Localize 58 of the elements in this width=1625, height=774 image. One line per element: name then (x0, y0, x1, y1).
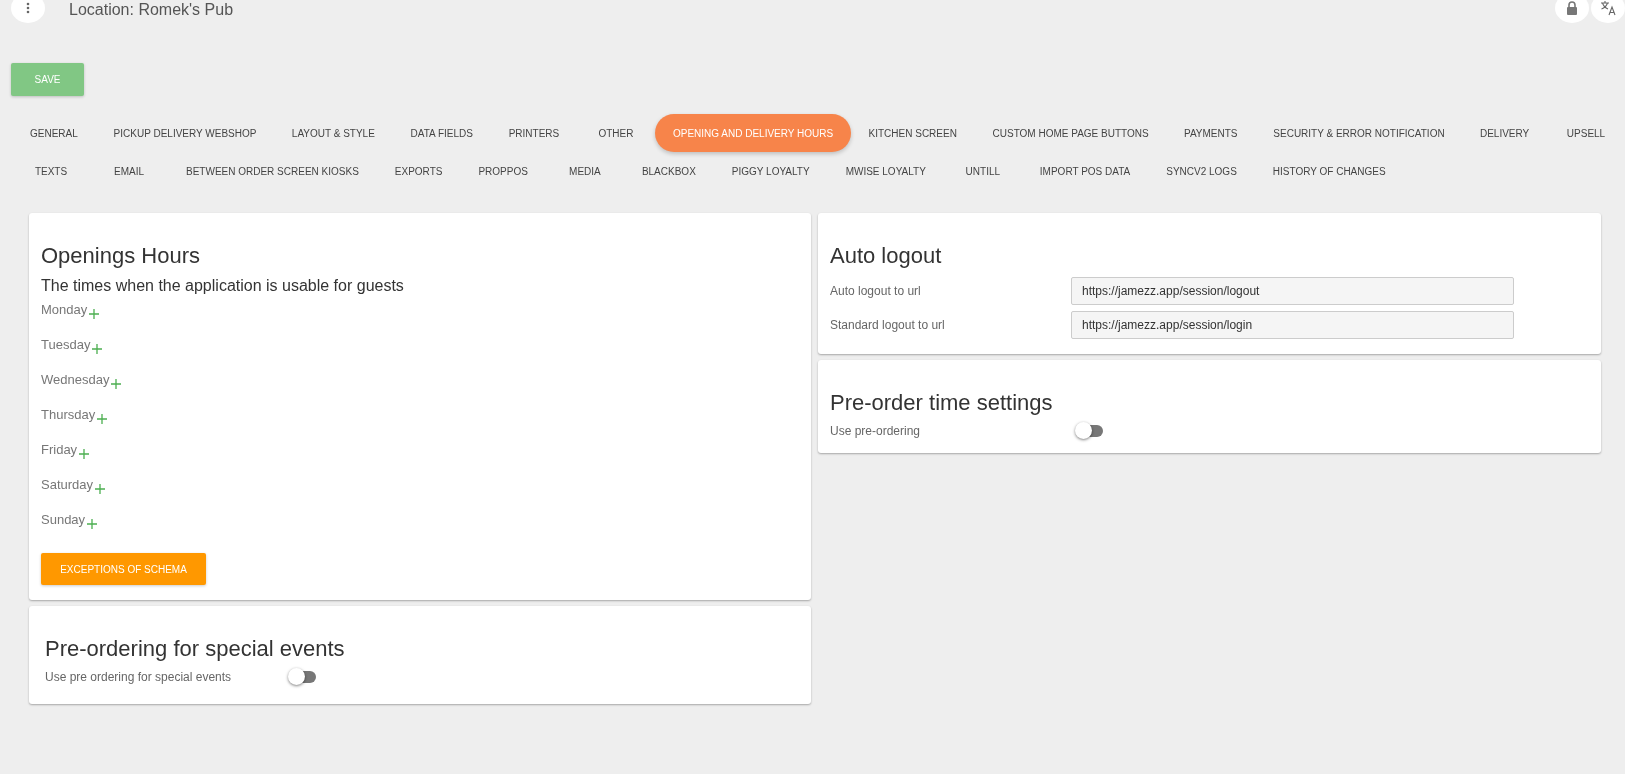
card-title: Pre-ordering for special events (45, 636, 346, 662)
tab[interactable]: KITCHEN SCREEN (850, 114, 975, 152)
lock-icon (1566, 1, 1578, 15)
more-icon (26, 2, 30, 14)
translate-button[interactable] (1591, 0, 1625, 23)
tab[interactable]: PRINTERS (490, 114, 577, 152)
day-label: Thursday (41, 407, 96, 422)
tab[interactable]: UNTILL (943, 152, 1022, 190)
add-icon[interactable] (95, 484, 106, 494)
tab[interactable]: CUSTOM HOME PAGE BUTTONS (974, 114, 1166, 152)
tab[interactable]: DATA FIELDS (392, 114, 491, 152)
tab[interactable]: EMAIL (90, 152, 168, 190)
tab[interactable]: UPSELL (1547, 114, 1625, 152)
tab[interactable]: PICKUP DELIVERY WEBSHOP (95, 114, 274, 152)
add-icon[interactable] (111, 379, 122, 389)
day-label: Monday (41, 302, 88, 317)
setting-label: Use pre-ordering (830, 424, 922, 438)
tab[interactable]: BETWEEN ORDER SCREEN KIOSKS (168, 152, 377, 190)
setting-label: Use pre ordering for special events (45, 670, 233, 684)
tab[interactable]: BLACKBOX (623, 152, 714, 190)
card-title: Pre-order time settings (830, 390, 1054, 416)
toggle-switch[interactable] (290, 671, 316, 683)
add-icon[interactable] (79, 449, 90, 459)
field-label: Standard logout to url (830, 318, 946, 332)
tab[interactable]: MWISE LOYALTY (827, 152, 944, 190)
tab[interactable]: PIGGY LOYALTY (713, 152, 828, 190)
card-title: Openings Hours (41, 243, 201, 269)
day-label: Friday (41, 442, 78, 457)
tab[interactable]: GENERAL (12, 114, 96, 152)
url-input[interactable]: https://jamezz.app/session/login (1071, 311, 1514, 339)
url-input[interactable]: https://jamezz.app/session/logout (1071, 277, 1514, 305)
card-subtitle: The times when the application is usable for guests (41, 277, 405, 295)
location-title: Location: Romek's Pub (69, 1, 234, 19)
tab[interactable]: PAYMENTS (1166, 114, 1256, 152)
field-label: Auto logout to url (830, 284, 922, 298)
add-icon[interactable] (97, 414, 108, 424)
day-label: Tuesday (41, 337, 91, 352)
tab[interactable]: MEDIA (545, 152, 624, 190)
add-icon[interactable] (92, 344, 103, 354)
card-title: Auto logout (830, 243, 943, 269)
day-label: Sunday (41, 512, 86, 527)
toggle-switch[interactable] (1077, 425, 1103, 437)
lock-button[interactable] (1555, 0, 1589, 23)
day-label: Saturday (41, 477, 94, 492)
add-icon[interactable] (89, 309, 100, 319)
tab[interactable]: PROPPOS (460, 152, 546, 190)
tab[interactable]: LAYOUT & STYLE (273, 114, 393, 152)
tab[interactable]: SYNCV2 LOGS (1148, 152, 1255, 190)
tab[interactable]: TEXTS (12, 152, 90, 190)
tab[interactable]: IMPORT POS DATA (1021, 152, 1149, 190)
add-icon[interactable] (87, 519, 98, 529)
tab[interactable]: DELIVERY (1461, 114, 1547, 152)
tab[interactable]: HISTORY OF CHANGES (1254, 152, 1404, 190)
day-label: Wednesday (41, 372, 110, 387)
tab[interactable]: OTHER (577, 114, 655, 152)
translate-icon (1600, 0, 1616, 16)
tab[interactable]: EXPORTS (376, 152, 461, 190)
tab[interactable]: SECURITY & ERROR NOTIFICATION (1255, 114, 1462, 152)
